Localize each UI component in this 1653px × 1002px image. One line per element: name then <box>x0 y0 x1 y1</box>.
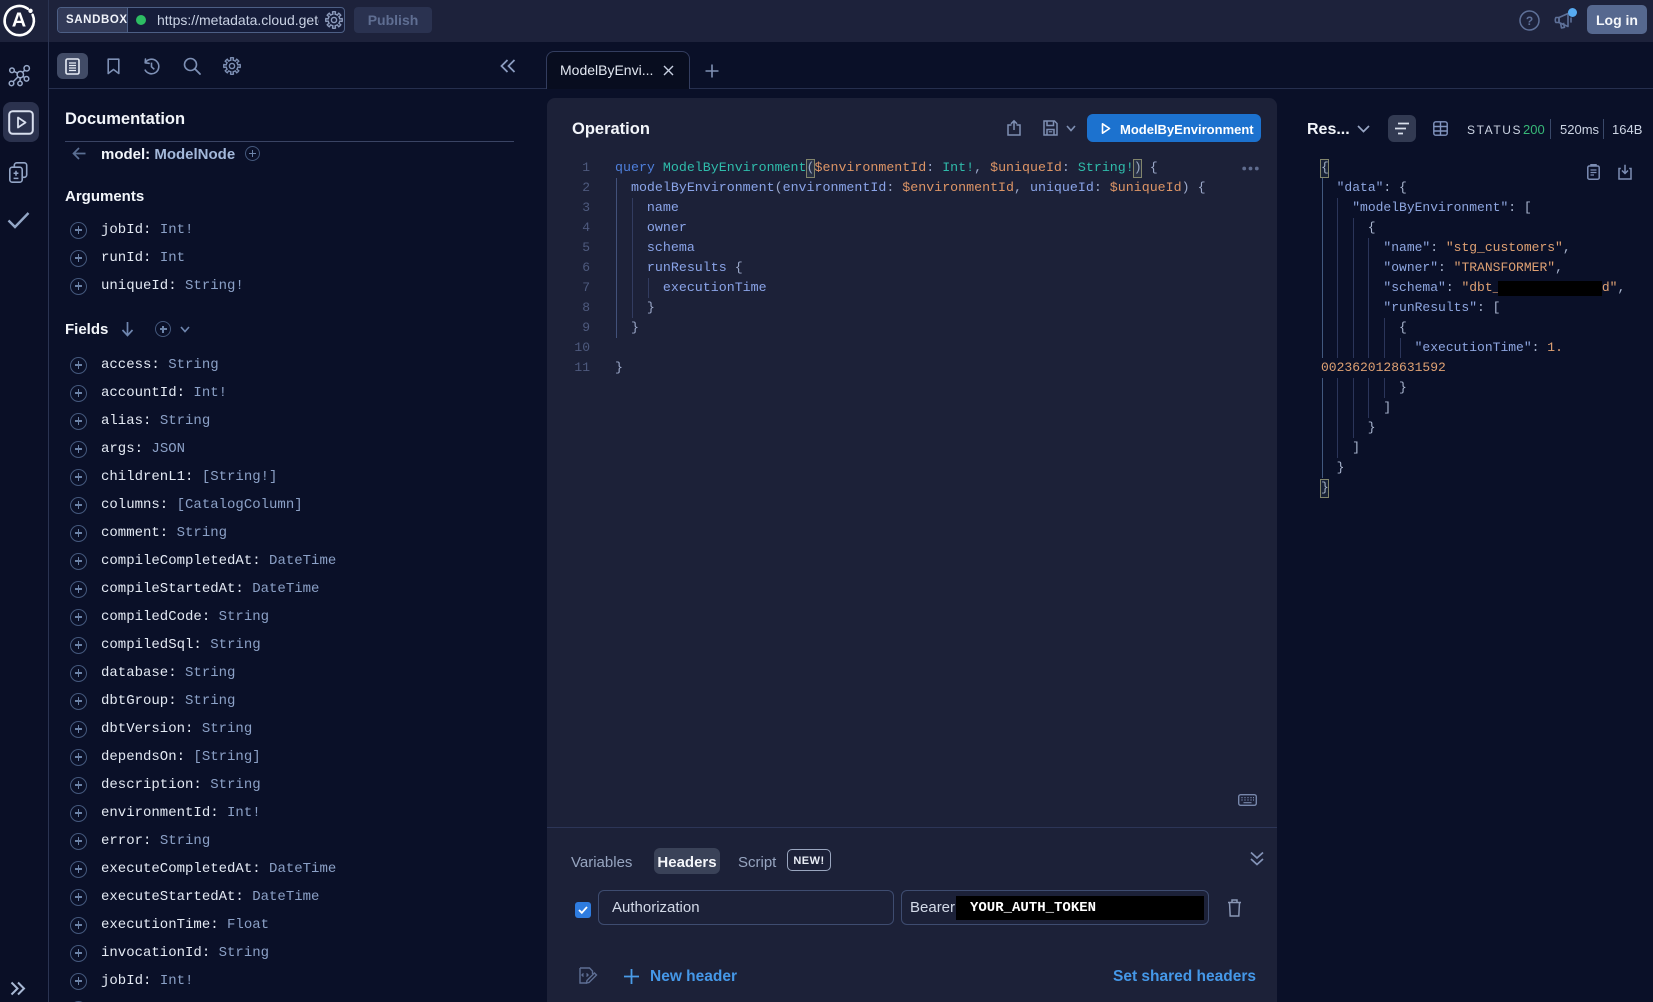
svg-text:?: ? <box>1526 14 1533 28</box>
svg-text:A: A <box>12 10 26 32</box>
